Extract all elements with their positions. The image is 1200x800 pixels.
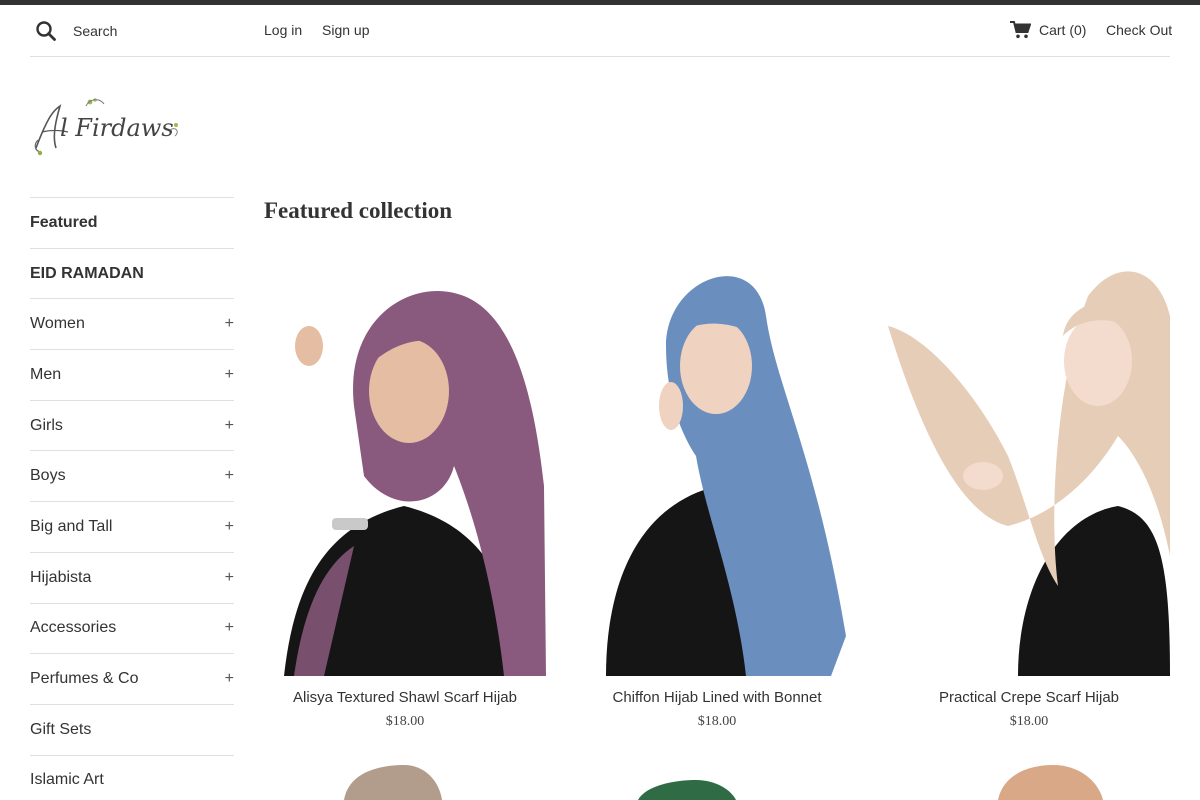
search-input[interactable] bbox=[73, 19, 263, 43]
sidebar-item-label: Hijabista bbox=[30, 568, 92, 586]
product-price: $18.00 bbox=[697, 714, 737, 729]
sidebar-item-islamic-art[interactable]: Islamic Art bbox=[30, 754, 234, 800]
expand-icon[interactable]: + bbox=[225, 467, 234, 485]
expand-icon[interactable]: + bbox=[225, 670, 234, 688]
sidebar-item-accessories[interactable]: Accessories + bbox=[30, 602, 234, 654]
product-image[interactable] bbox=[264, 256, 546, 676]
product-image[interactable] bbox=[888, 256, 1170, 676]
login-link[interactable]: Log in bbox=[264, 22, 302, 38]
sidebar-item-label: EID RAMADAN bbox=[30, 264, 144, 282]
product-image[interactable] bbox=[888, 760, 1170, 800]
product-image[interactable] bbox=[576, 256, 858, 676]
sidebar-item-label: Featured bbox=[30, 213, 98, 231]
sidebar-item-perfumes[interactable]: Perfumes & Co + bbox=[30, 653, 234, 704]
sidebar-item-label: Gift Sets bbox=[30, 720, 92, 738]
signup-link[interactable]: Sign up bbox=[322, 22, 369, 38]
expand-icon[interactable]: + bbox=[225, 569, 234, 587]
sidebar-item-label: Perfumes & Co bbox=[30, 670, 139, 688]
checkout-link[interactable]: Check Out bbox=[1106, 22, 1172, 38]
sidebar-item-label: Men bbox=[30, 365, 62, 383]
collection-title: Featured collection bbox=[264, 198, 452, 223]
expand-icon[interactable]: + bbox=[225, 518, 234, 536]
sidebar-item-big-and-tall[interactable]: Big and Tall + bbox=[30, 501, 234, 552]
sidebar-item-eid-ramadan[interactable]: EID RAMADAN bbox=[30, 247, 234, 299]
sidebar-item-label: Big and Tall bbox=[30, 517, 113, 535]
search-icon[interactable] bbox=[35, 20, 57, 42]
expand-icon[interactable]: + bbox=[225, 619, 234, 637]
product-title[interactable]: Alisya Textured Shawl Scarf Hijab bbox=[264, 689, 546, 706]
product-price: $18.00 bbox=[385, 714, 425, 729]
sidebar-item-label: Girls bbox=[30, 416, 63, 434]
product-title[interactable]: Practical Crepe Scarf Hijab bbox=[888, 689, 1170, 706]
sidebar-item-featured[interactable]: Featured bbox=[30, 197, 234, 248]
sidebar-item-hijabista[interactable]: Hijabista + bbox=[30, 551, 234, 603]
product-image[interactable] bbox=[264, 760, 546, 800]
sidebar-item-women[interactable]: Women + bbox=[30, 298, 234, 349]
sidebar-item-label: Boys bbox=[30, 467, 66, 485]
sidebar-nav: Featured EID RAMADAN Women + Men + Girls… bbox=[30, 197, 234, 800]
sidebar-item-gift-sets[interactable]: Gift Sets bbox=[30, 703, 234, 755]
product-card[interactable]: Chiffon Hijab Lined with Bonnet $18.00 bbox=[576, 256, 858, 736]
sidebar-item-label: Accessories bbox=[30, 619, 117, 637]
store-logo[interactable]: l Firdaws bbox=[30, 96, 182, 158]
cart-link[interactable]: Cart (0) bbox=[1039, 22, 1086, 38]
cart-icon[interactable] bbox=[1010, 21, 1031, 39]
svg-text:l Firdaws: l Firdaws bbox=[60, 114, 174, 142]
sidebar-item-label: Women bbox=[30, 315, 85, 333]
sidebar-item-label: Islamic Art bbox=[30, 771, 104, 789]
product-title[interactable]: Chiffon Hijab Lined with Bonnet bbox=[576, 689, 858, 706]
product-image[interactable] bbox=[576, 760, 858, 800]
expand-icon[interactable]: + bbox=[225, 315, 234, 333]
product-price: $18.00 bbox=[1009, 714, 1049, 729]
product-card[interactable]: Alisya Textured Shawl Scarf Hijab $18.00 bbox=[264, 256, 546, 736]
sidebar-item-boys[interactable]: Boys + bbox=[30, 450, 234, 501]
expand-icon[interactable]: + bbox=[225, 366, 234, 384]
sidebar-item-girls[interactable]: Girls + bbox=[30, 399, 234, 451]
header: Log in Sign up Cart (0) Check Out bbox=[30, 5, 1172, 57]
sidebar-item-men[interactable]: Men + bbox=[30, 349, 234, 400]
expand-icon[interactable]: + bbox=[225, 417, 234, 435]
product-card[interactable]: Practical Crepe Scarf Hijab $18.00 bbox=[888, 256, 1170, 736]
